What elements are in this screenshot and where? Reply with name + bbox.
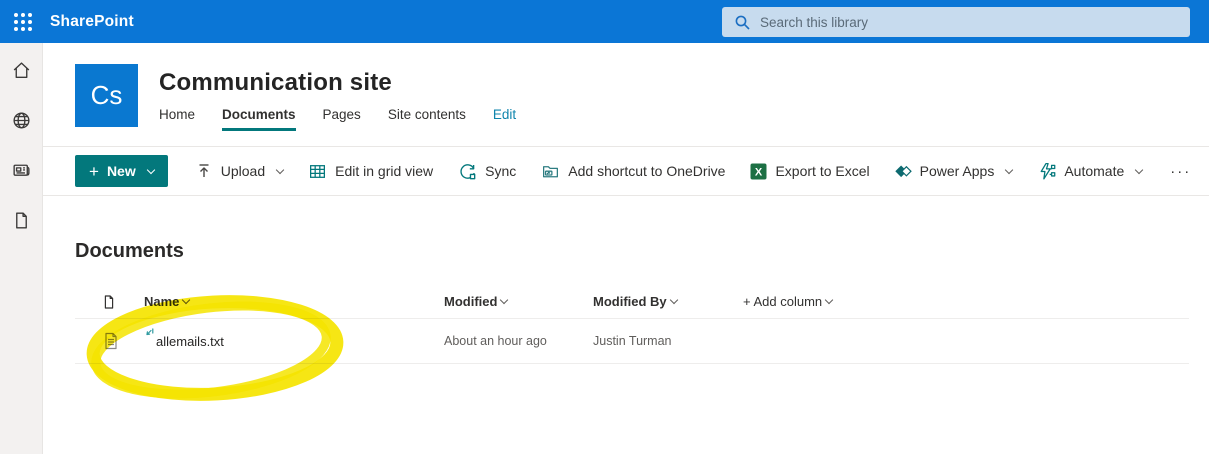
export-to-excel-button[interactable]: X Export to Excel — [750, 163, 869, 180]
file-type-column-icon[interactable] — [101, 294, 117, 310]
document-icon[interactable] — [10, 209, 32, 231]
edit-grid-view-label: Edit in grid view — [335, 163, 433, 179]
globe-icon[interactable] — [10, 109, 32, 131]
waffle-icon — [13, 12, 33, 32]
site-header: Cs Communication site Home Documents Pag… — [43, 43, 1209, 147]
column-header-name[interactable]: Name — [144, 294, 189, 309]
upload-button[interactable]: Upload — [195, 162, 283, 180]
search-input[interactable] — [722, 7, 1190, 37]
new-item-badge-icon — [144, 327, 155, 338]
sharepoint-page: SharePoint — [0, 0, 1209, 454]
svg-text:X: X — [755, 166, 763, 178]
command-bar: + New Upload Edit in grid v — [43, 147, 1209, 196]
app-launcher-waffle-icon[interactable] — [6, 5, 40, 39]
search-icon — [734, 14, 751, 31]
modified-by-cell[interactable]: Justin Turman — [593, 334, 743, 348]
add-shortcut-onedrive-button[interactable]: Add shortcut to OneDrive — [541, 162, 725, 181]
column-header-modified-by[interactable]: Modified By — [593, 294, 677, 309]
nav-site-contents[interactable]: Site contents — [388, 107, 466, 128]
main-content: Cs Communication site Home Documents Pag… — [43, 43, 1209, 454]
sync-button[interactable]: Sync — [458, 162, 516, 181]
brand-title[interactable]: SharePoint — [50, 13, 134, 31]
automate-label: Automate — [1064, 163, 1124, 179]
grid-icon — [308, 162, 327, 181]
nav-home[interactable]: Home — [159, 107, 195, 128]
documents-table: Name Modified Modified By — [75, 285, 1189, 364]
left-rail — [0, 43, 43, 454]
add-column-button[interactable]: + Add column — [743, 294, 832, 309]
chevron-down-icon — [276, 165, 284, 173]
automate-flow-icon — [1037, 162, 1056, 181]
file-name-link[interactable]: allemails.txt — [144, 334, 224, 349]
power-apps-label: Power Apps — [920, 163, 995, 179]
chevron-down-icon — [500, 296, 508, 304]
sync-icon — [458, 162, 477, 181]
edit-grid-view-button[interactable]: Edit in grid view — [308, 162, 433, 181]
site-logo[interactable]: Cs — [75, 64, 138, 127]
power-apps-button[interactable]: Power Apps — [895, 163, 1013, 179]
chevron-down-icon — [1005, 165, 1013, 173]
table-header-row: Name Modified Modified By — [75, 285, 1189, 319]
chevron-down-icon — [825, 296, 833, 304]
excel-icon: X — [750, 163, 767, 180]
library-heading: Documents — [75, 240, 1209, 263]
site-nav: Home Documents Pages Site contents Edit — [159, 107, 516, 131]
nav-pages[interactable]: Pages — [323, 107, 361, 128]
site-title: Communication site — [159, 69, 516, 97]
automate-button[interactable]: Automate — [1037, 162, 1142, 181]
table-row[interactable]: allemails.txt About an hour ago Justin T… — [75, 319, 1189, 364]
new-button[interactable]: + New — [75, 155, 168, 187]
new-button-label: New — [107, 163, 136, 179]
upload-icon — [195, 162, 213, 180]
upload-label: Upload — [221, 163, 265, 179]
power-apps-icon — [895, 164, 912, 179]
modified-cell[interactable]: About an hour ago — [444, 334, 593, 348]
column-header-modified[interactable]: Modified — [444, 294, 507, 309]
search-box — [722, 7, 1190, 37]
add-shortcut-label: Add shortcut to OneDrive — [568, 163, 725, 179]
chevron-down-icon — [146, 166, 154, 174]
export-excel-label: Export to Excel — [775, 163, 869, 179]
home-icon[interactable] — [10, 59, 32, 81]
chevron-down-icon — [1135, 165, 1143, 173]
more-commands-button[interactable]: ··· — [1170, 163, 1191, 180]
chevron-down-icon — [669, 296, 677, 304]
sync-label: Sync — [485, 163, 516, 179]
news-icon[interactable] — [10, 159, 32, 181]
nav-documents[interactable]: Documents — [222, 107, 296, 131]
text-file-icon — [101, 331, 121, 351]
plus-icon: + — [89, 163, 99, 180]
chevron-down-icon — [182, 296, 190, 304]
folder-shortcut-icon — [541, 162, 560, 181]
nav-edit[interactable]: Edit — [493, 107, 516, 128]
suite-bar: SharePoint — [0, 0, 1209, 43]
